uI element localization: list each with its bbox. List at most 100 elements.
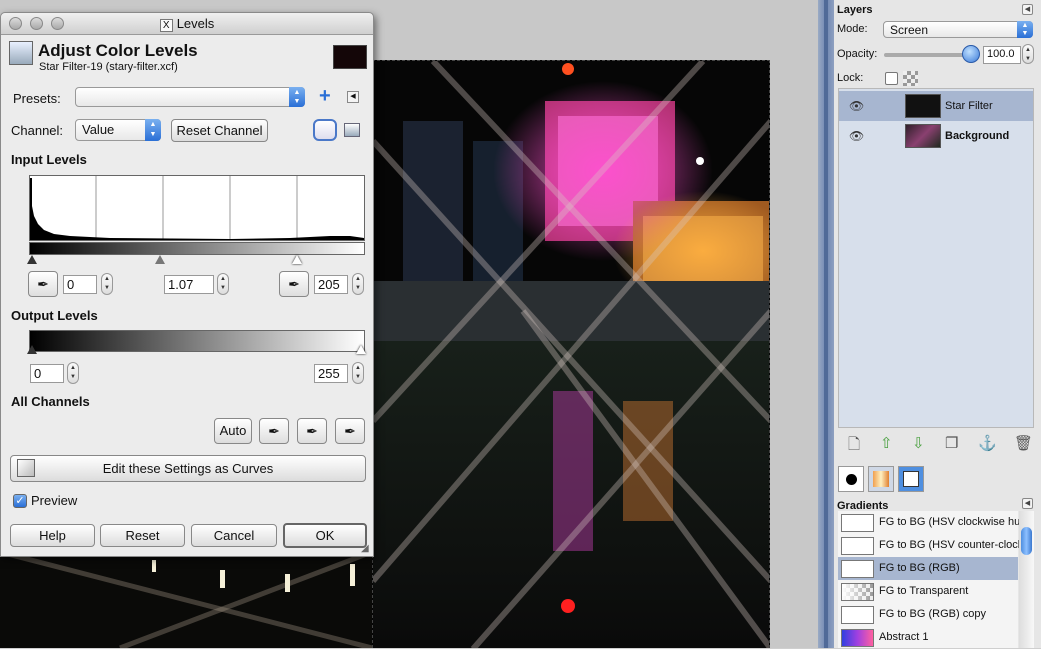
output-low-stepper[interactable]: ▲ ▼ (67, 362, 79, 384)
pick-gray-all-button[interactable]: ✒ (297, 418, 327, 444)
output-levels-label: Output Levels (11, 308, 98, 323)
channel-value: Value (82, 122, 115, 137)
zoom-window-button[interactable] (51, 17, 64, 30)
delete-layer-icon[interactable]: 🗑 (1014, 434, 1033, 452)
channel-select[interactable]: Value ▲ ▼ (75, 119, 161, 141)
x11-icon: X (159, 19, 173, 32)
output-high-stepper[interactable]: ▲ ▼ (352, 362, 364, 384)
chevron-updown-icon: ▲ ▼ (1017, 21, 1033, 38)
input-gamma-stepper[interactable]: ▲ ▼ (217, 273, 229, 295)
close-window-button[interactable] (9, 17, 22, 30)
help-button[interactable]: Help (10, 524, 95, 547)
gradients-list[interactable]: FG to BG (HSV clockwise hue) FG to BG (H… (838, 511, 1019, 649)
eye-icon[interactable]: 👁 (849, 99, 864, 113)
preview-label: Preview (31, 493, 78, 508)
opacity-stepper[interactable]: ▲ ▼ (1022, 44, 1034, 64)
lower-layer-icon[interactable]: ⇩ (912, 434, 925, 452)
input-high-field[interactable]: 205 (314, 275, 348, 294)
input-gamma-handle[interactable] (155, 255, 165, 264)
output-low-field[interactable]: 0 (30, 364, 64, 383)
resize-grip-icon[interactable]: ◢ (361, 543, 369, 554)
mode-select[interactable]: Screen ▲ ▼ (883, 21, 1033, 38)
eyedropper-icon: ✒ (306, 423, 318, 439)
input-gamma-field[interactable]: 1.07 (164, 275, 214, 294)
gradient-swatch (841, 560, 874, 578)
eye-icon[interactable]: 👁 (849, 129, 864, 143)
pick-white-point-button[interactable]: ✒ (279, 271, 309, 297)
cancel-button[interactable]: Cancel (191, 524, 277, 547)
gradient-item[interactable]: FG to BG (RGB) copy (838, 603, 1018, 626)
gradient-name: FG to BG (HSV clockwise hue) (879, 516, 1019, 528)
chevron-updown-icon: ▲ ▼ (145, 119, 161, 141)
auto-button[interactable]: Auto (214, 418, 252, 444)
add-preset-icon[interactable]: + (319, 85, 331, 108)
tab-brushes[interactable] (838, 466, 864, 492)
presets-select[interactable]: ▲ ▼ (75, 87, 305, 107)
dialog-subheading: Star Filter-19 (stary-filter.xcf) (39, 61, 178, 73)
tab-gradients[interactable] (898, 466, 924, 492)
gradients-scrollbar[interactable] (1019, 511, 1034, 648)
lock-alpha-checkbox[interactable] (885, 72, 898, 85)
reset-channel-button[interactable]: Reset Channel (171, 119, 268, 142)
eyedropper-icon: ✒ (344, 423, 356, 439)
output-black-handle[interactable] (27, 345, 37, 354)
presets-label: Presets: (13, 91, 61, 106)
input-low-field[interactable]: 0 (63, 275, 97, 294)
opacity-slider-thumb[interactable] (962, 45, 980, 63)
gradients-menu-button[interactable]: ◀ (1022, 498, 1033, 509)
window-title: Levels (176, 16, 215, 31)
preview-checkbox[interactable]: ✓ (13, 494, 27, 508)
gradient-name: FG to BG (RGB) copy (879, 608, 986, 620)
dock-panel: Layers ◀ Mode: Screen ▲ ▼ Opacity: 100.0 … (834, 0, 1041, 648)
night-city-photo (373, 61, 769, 648)
output-white-handle[interactable] (356, 345, 366, 354)
eyedropper-icon: ✒ (268, 423, 280, 439)
tab-patterns[interactable] (868, 466, 894, 492)
anchor-layer-icon[interactable]: ⚓ (978, 434, 997, 452)
layers-panel-title: Layers (837, 4, 873, 16)
layers-menu-button[interactable]: ◀ (1022, 4, 1033, 15)
edit-as-curves-button[interactable]: Edit these Settings as Curves (10, 455, 366, 482)
gradient-name: Abstract 1 (879, 631, 929, 643)
layer-thumbnail (905, 94, 941, 118)
all-channels-label: All Channels (11, 394, 90, 409)
gradient-swatch (841, 583, 874, 601)
pick-black-all-button[interactable]: ✒ (259, 418, 289, 444)
pick-white-all-button[interactable]: ✒ (335, 418, 365, 444)
linear-histogram-icon[interactable] (313, 119, 337, 141)
layer-row[interactable]: 👁 Background (839, 121, 1033, 151)
log-histogram-icon[interactable] (344, 123, 360, 137)
presets-menu-icon[interactable]: ◀ (347, 91, 359, 103)
output-high-field[interactable]: 255 (314, 364, 348, 383)
ok-button[interactable]: OK (283, 523, 367, 548)
gradient-item[interactable]: FG to Transparent (838, 580, 1018, 603)
gradient-swatch (841, 629, 874, 647)
pick-black-point-button[interactable]: ✒ (28, 271, 58, 297)
reset-button[interactable]: Reset (100, 524, 185, 547)
input-black-handle[interactable] (27, 255, 37, 264)
gradient-name: FG to BG (HSV counter-clockwise) (879, 539, 1019, 551)
image-photo-left (0, 552, 372, 648)
input-low-stepper[interactable]: ▲ ▼ (101, 273, 113, 295)
gradient-swatch (841, 514, 874, 532)
gradient-item[interactable]: Abstract 1 (838, 626, 1018, 649)
image-photo[interactable] (372, 60, 770, 648)
duplicate-layer-icon[interactable]: ❐ (945, 434, 958, 452)
gradient-item[interactable]: FG to BG (HSV counter-clockwise) (838, 534, 1019, 557)
input-white-handle[interactable] (292, 255, 302, 264)
output-gradient-bar (29, 330, 365, 352)
minimize-window-button[interactable] (30, 17, 43, 30)
raise-layer-icon[interactable]: ⇧ (880, 434, 893, 452)
layer-preview-thumbnail (333, 45, 367, 69)
gradient-item[interactable]: FG to BG (HSV clockwise hue) (838, 511, 1019, 534)
gradient-item[interactable]: FG to BG (RGB) (838, 557, 1018, 580)
mode-label: Mode: (837, 23, 868, 35)
layers-list[interactable]: 👁 Star Filter 👁 Background (838, 88, 1034, 428)
canvas-scrollbar[interactable] (818, 0, 834, 648)
input-high-stepper[interactable]: ▲ ▼ (352, 273, 364, 295)
opacity-field[interactable]: 100.0 (983, 46, 1021, 64)
layer-row[interactable]: 👁 Star Filter (839, 91, 1033, 121)
dock-tabs (838, 466, 1038, 492)
new-layer-icon[interactable]: 🗋 (848, 434, 860, 459)
dialog-titlebar[interactable]: X Levels (1, 13, 373, 35)
